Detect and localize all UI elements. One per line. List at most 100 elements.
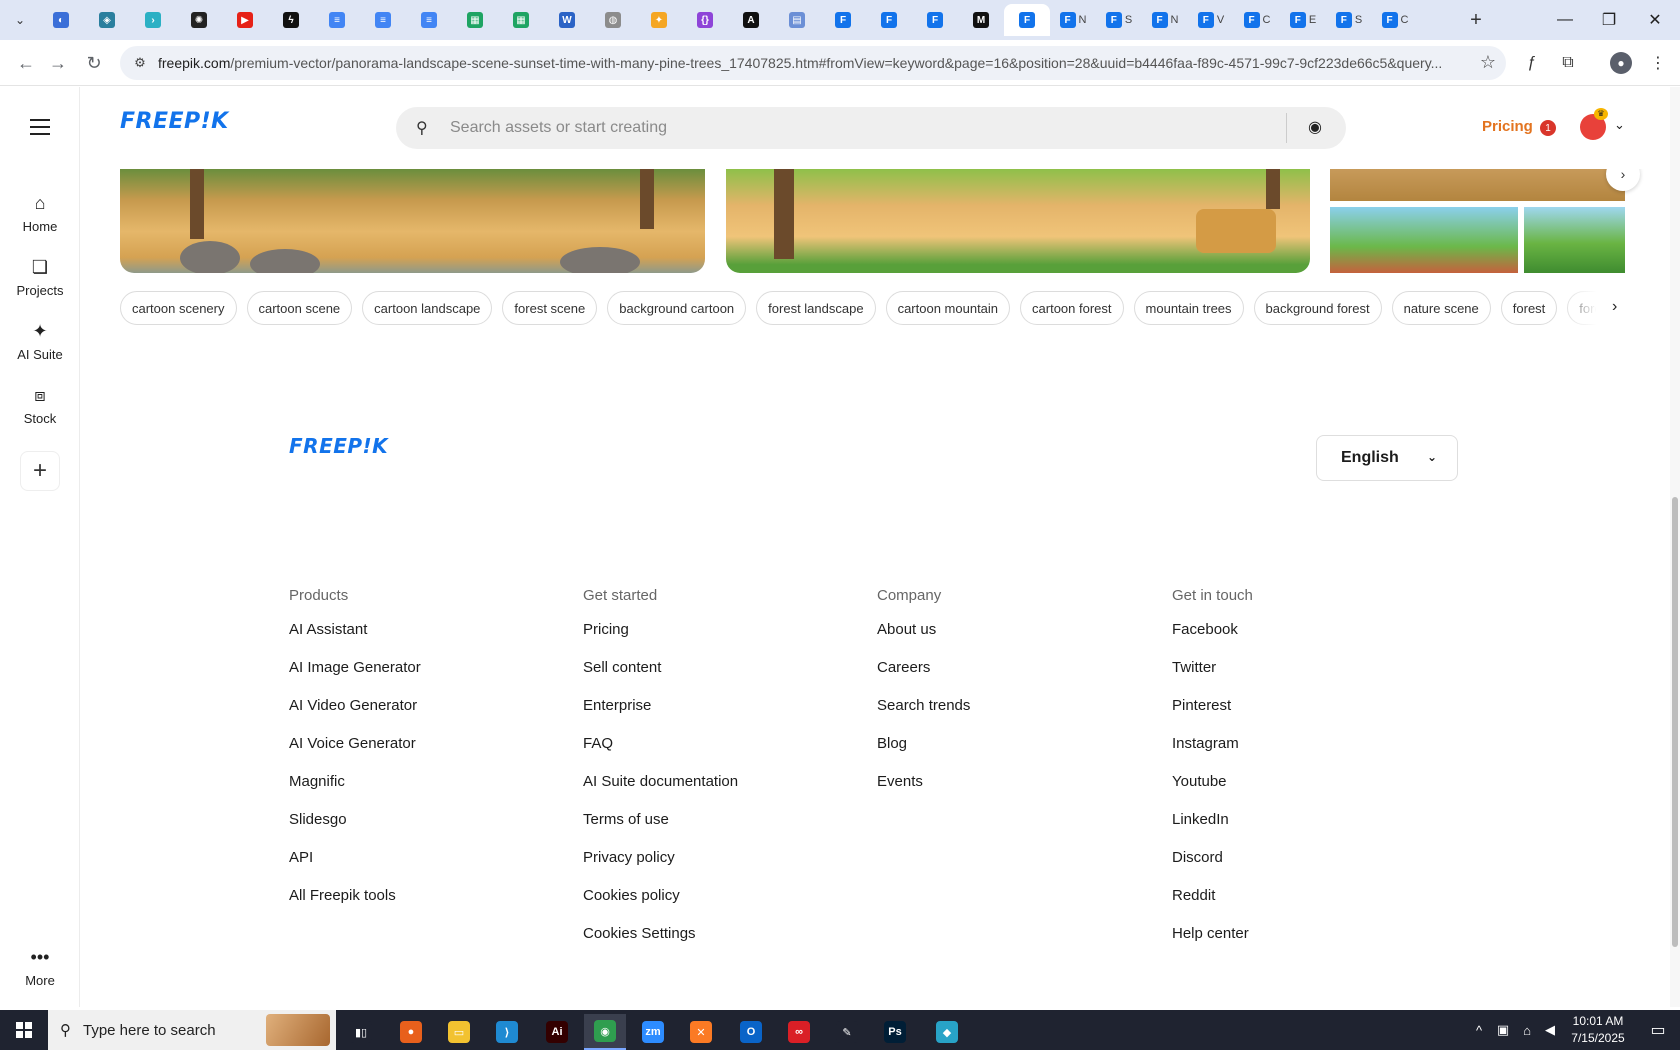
close-window-button[interactable]: ✕ — [1630, 0, 1680, 40]
browser-tab[interactable]: F — [820, 4, 866, 36]
tag-chip[interactable]: forest — [1500, 291, 1558, 325]
related-image-3[interactable] — [1330, 169, 1625, 273]
pricing-link[interactable]: Pricing — [1482, 118, 1533, 135]
footer-link[interactable]: AI Image Generator — [289, 657, 569, 695]
footer-link[interactable]: AI Assistant — [289, 619, 569, 657]
search-input[interactable] — [450, 119, 1270, 137]
sidebar-item-stock[interactable]: ⧈ Stock — [0, 385, 80, 426]
tag-chip[interactable]: background forest — [1253, 291, 1382, 325]
hamburger-menu-icon[interactable] — [28, 115, 52, 139]
tag-chip[interactable]: forest landscape — [756, 291, 876, 325]
footer-link[interactable]: Facebook — [1172, 619, 1452, 657]
browser-tab[interactable]: ◈ — [84, 4, 130, 36]
footer-link[interactable]: Privacy policy — [583, 847, 863, 885]
sidebar-item-home[interactable]: ⌂ Home — [0, 193, 80, 234]
browser-tab[interactable]: FN — [1142, 4, 1188, 36]
taskbar-app-firefox[interactable]: ● — [390, 1014, 432, 1050]
tag-chip[interactable]: cartoon scenery — [120, 291, 237, 325]
url-text[interactable]: freepik.com/premium-vector/panorama-land… — [158, 55, 1458, 71]
taskbar-app-outlook[interactable]: O — [730, 1014, 772, 1050]
volume-icon[interactable]: ◀ — [1540, 1010, 1560, 1050]
browser-tab[interactable]: ▶ — [222, 4, 268, 36]
browser-tab[interactable]: ▦ — [452, 4, 498, 36]
footer-link[interactable]: Help center — [1172, 923, 1452, 961]
browser-tab[interactable]: F — [1004, 4, 1050, 36]
footer-link[interactable]: Magnific — [289, 771, 569, 809]
browser-tab[interactable]: ≡ — [314, 4, 360, 36]
taskbar-app-app-diamond[interactable]: ◆ — [926, 1014, 968, 1050]
browser-tab[interactable]: FS — [1096, 4, 1142, 36]
taskbar-app-zoom[interactable]: zm — [632, 1014, 674, 1050]
browser-tab[interactable]: FS — [1326, 4, 1372, 36]
browser-tab[interactable]: ▤ — [774, 4, 820, 36]
browser-tab[interactable]: F — [866, 4, 912, 36]
taskbar-search[interactable]: ⚲ Type here to search — [48, 1010, 336, 1050]
footer-link[interactable]: Slidesgo — [289, 809, 569, 847]
user-avatar[interactable]: ♛ — [1580, 108, 1608, 140]
browser-tab[interactable]: FN — [1050, 4, 1096, 36]
footer-link[interactable]: FAQ — [583, 733, 863, 771]
minimize-window-button[interactable]: — — [1540, 0, 1590, 40]
footer-link[interactable]: Terms of use — [583, 809, 863, 847]
back-button[interactable]: ← — [14, 51, 38, 75]
tag-chip[interactable]: cartoon mountain — [885, 291, 1011, 325]
tag-chip[interactable]: mountain trees — [1133, 291, 1244, 325]
vertical-scrollbar[interactable] — [1670, 87, 1680, 1007]
footer-link[interactable]: LinkedIn — [1172, 809, 1452, 847]
taskbar-clock[interactable]: 10:01 AM 7/15/2025 — [1560, 1013, 1636, 1047]
footer-link[interactable]: Events — [877, 771, 1157, 809]
related-image-1[interactable] — [120, 169, 705, 273]
footer-link[interactable]: Search trends — [877, 695, 1157, 733]
taskbar-app-task-view[interactable]: ▮▯ — [340, 1014, 382, 1050]
browser-tab[interactable]: ϟ — [268, 4, 314, 36]
browser-menu-icon[interactable]: ⋮ — [1646, 51, 1670, 75]
sidebar-item-projects[interactable]: ❏ Projects — [0, 257, 80, 298]
tag-chip[interactable]: cartoon forest — [1020, 291, 1124, 325]
browser-tab[interactable]: FC — [1234, 4, 1280, 36]
footer-link[interactable]: Pinterest — [1172, 695, 1452, 733]
start-button[interactable] — [0, 1010, 48, 1050]
footer-link[interactable]: AI Voice Generator — [289, 733, 569, 771]
footer-link[interactable]: Instagram — [1172, 733, 1452, 771]
restore-window-button[interactable]: ❐ — [1584, 0, 1634, 40]
forward-button[interactable]: → — [46, 51, 70, 75]
camera-icon[interactable]: ◉ — [1308, 117, 1322, 137]
browser-tab[interactable]: W — [544, 4, 590, 36]
browser-tab[interactable]: ▦ — [498, 4, 544, 36]
browser-tab[interactable]: ◍ — [590, 4, 636, 36]
footer-link[interactable]: Youtube — [1172, 771, 1452, 809]
tab-search-button[interactable]: ⌄ — [8, 8, 32, 32]
tags-next-chevron-icon[interactable]: › — [1612, 298, 1617, 316]
browser-tab[interactable]: FC — [1372, 4, 1418, 36]
browser-tab[interactable]: {} — [682, 4, 728, 36]
footer-link[interactable]: Cookies Settings — [583, 923, 863, 961]
browser-tab[interactable]: ✦ — [636, 4, 682, 36]
footer-link[interactable]: Cookies policy — [583, 885, 863, 923]
taskbar-app-file-explorer[interactable]: ▭ — [438, 1014, 480, 1050]
chevron-down-icon[interactable]: ⌄ — [1614, 117, 1625, 133]
tag-chip[interactable]: nature scene — [1391, 291, 1491, 325]
reload-button[interactable]: ↻ — [82, 51, 106, 75]
taskbar-app-creative-cloud[interactable]: ∞ — [778, 1014, 820, 1050]
network-icon[interactable]: ⌂ — [1516, 1010, 1538, 1050]
notifications-button[interactable]: 1 — [1540, 116, 1562, 138]
footer-link[interactable]: About us — [877, 619, 1157, 657]
browser-tab[interactable]: FV — [1188, 4, 1234, 36]
browser-tab[interactable]: ✺ — [176, 4, 222, 36]
footer-link[interactable]: All Freepik tools — [289, 885, 569, 923]
profile-avatar[interactable]: ● — [1610, 52, 1632, 74]
taskbar-app-photoshop[interactable]: Ps — [874, 1014, 916, 1050]
show-hidden-icons-chevron-icon[interactable]: ^ — [1468, 1010, 1490, 1050]
bookmark-star-icon[interactable]: ☆ — [1480, 52, 1496, 73]
scrollbar-thumb[interactable] — [1672, 497, 1678, 947]
taskbar-app-chrome[interactable]: ◉ — [584, 1014, 626, 1050]
footer-link[interactable]: AI Video Generator — [289, 695, 569, 733]
taskbar-app-illustrator[interactable]: Ai — [536, 1014, 578, 1050]
browser-tab[interactable]: FE — [1280, 4, 1326, 36]
add-tool-button[interactable]: + — [20, 451, 60, 491]
footer-link[interactable]: Pricing — [583, 619, 863, 657]
browser-tab[interactable]: M — [958, 4, 1004, 36]
browser-tab[interactable]: ≡ — [406, 4, 452, 36]
footer-link[interactable]: Sell content — [583, 657, 863, 695]
language-select[interactable]: English ⌄ — [1316, 435, 1458, 481]
